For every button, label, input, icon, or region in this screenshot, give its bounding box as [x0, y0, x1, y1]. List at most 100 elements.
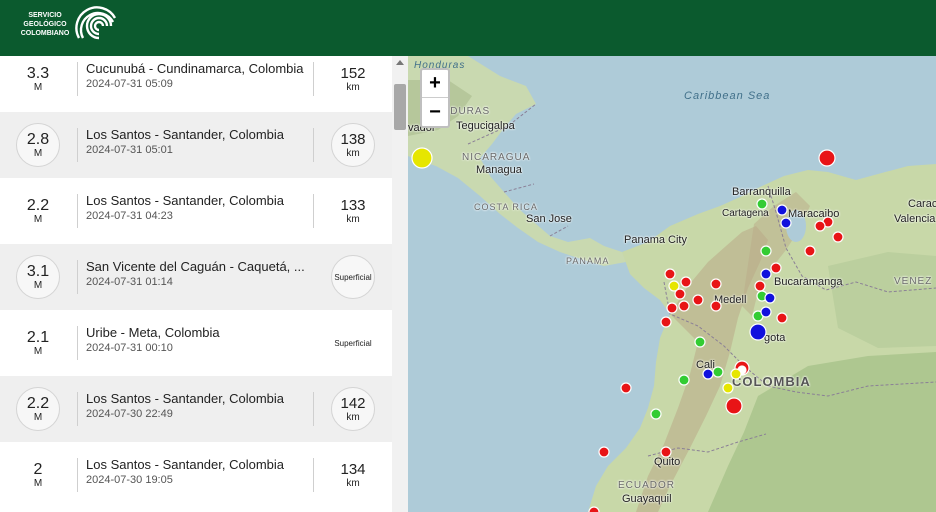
row-divider	[77, 194, 78, 228]
zoom-in-button[interactable]: +	[422, 70, 448, 98]
row-divider	[313, 458, 314, 492]
label-medellin: Medell	[714, 294, 747, 306]
earthquake-list[interactable]: 3.3 M Cucunubá - Cundinamarca, Colombia 202…	[0, 56, 392, 512]
label-tegucigalpa: Tegucigalpa	[456, 120, 515, 132]
depth-superficial-label: Superficial	[334, 338, 372, 348]
row-divider	[77, 458, 78, 492]
event-datetime: 2024-07-31 04:23	[86, 210, 173, 222]
earthquake-row[interactable]: 2 M Los Santos - Santander, Colombia 2024-0…	[0, 442, 392, 508]
label-venezuela: VENEZ	[894, 276, 933, 287]
label-maracaibo: Maracaibo	[788, 208, 840, 220]
label-bogota: gota	[764, 332, 786, 344]
earthquake-map[interactable]: Honduras Caribbean Sea NDURAS vador Tegu…	[408, 56, 936, 512]
row-divider	[313, 128, 314, 162]
earthquake-row[interactable]: 2.8 M Los Santos - Santander, Colombia 2024…	[0, 112, 392, 178]
magnitude-unit: M	[33, 280, 43, 291]
earthquake-row[interactable]: 2.2 M Los Santos - Santander, Colombia 2024…	[0, 178, 392, 244]
magnitude-badge: 3.3 M	[16, 57, 60, 101]
magnitude-badge: 2.2 M	[16, 189, 60, 233]
sgc-logo[interactable]: SERVICIO GEOLÓGICO COLOMBIANO	[18, 4, 120, 44]
logo-line-1: SERVICIO	[28, 11, 62, 19]
spiral-logo-icon	[75, 6, 117, 40]
depth-badge: 142 km	[331, 387, 375, 431]
event-location: Los Santos - Santander, Colombia	[86, 457, 285, 472]
list-scrollbar[interactable]	[392, 56, 408, 512]
label-barranquilla: Barranquilla	[732, 186, 791, 198]
row-divider	[77, 62, 78, 96]
event-datetime: 2024-07-31 05:09	[86, 78, 173, 90]
row-divider	[313, 194, 314, 228]
logo-text: SERVICIO GEOLÓGICO COLOMBIANO	[18, 11, 72, 38]
depth-badge: 133 km	[331, 189, 375, 233]
magnitude-badge: 2.8 M	[16, 123, 60, 167]
label-panama-city: Panama City	[624, 234, 687, 246]
magnitude-badge: 2M	[16, 453, 60, 497]
earthquake-row[interactable]: 2.2 M Los Santos - Santander, Colombia 2024…	[0, 376, 392, 442]
earthquake-row[interactable]: 3.1 M San Vicente del Caguán - Caquetá, ..…	[0, 244, 392, 310]
depth-unit: km	[346, 477, 360, 489]
event-location: Cucunubá - Cundinamarca, Colombia	[86, 61, 304, 76]
event-datetime: 2024-07-31 05:01	[86, 144, 173, 156]
event-location: Los Santos - Santander, Colombia	[86, 391, 285, 406]
depth-unit: km	[346, 213, 360, 225]
depth-value: 152	[340, 64, 366, 82]
scroll-thumb[interactable]	[394, 84, 406, 130]
label-nicaragua: NICARAGUA	[462, 152, 531, 163]
magnitude-badge: 2.1 M	[16, 321, 60, 365]
label-colombia: COLOMBIA	[732, 374, 811, 389]
row-divider	[77, 128, 78, 162]
label-cali: Cali	[696, 359, 715, 371]
zoom-control: + −	[420, 68, 450, 128]
event-location: Los Santos - Santander, Colombia	[86, 193, 285, 208]
event-datetime: 2024-07-31 01:14	[86, 276, 173, 288]
label-ecuador: ECUADOR	[618, 480, 676, 491]
zoom-out-button[interactable]: −	[422, 98, 448, 126]
depth-value: 138	[340, 130, 366, 148]
row-divider	[313, 62, 314, 96]
event-location: Los Santos - Santander, Colombia	[86, 127, 285, 142]
event-datetime: 2024-07-30 22:49	[86, 408, 173, 420]
row-divider	[77, 392, 78, 426]
depth-badge: Superficial	[331, 255, 375, 299]
depth-badge: 134 km	[331, 453, 375, 497]
magnitude-value: 2.8	[26, 131, 50, 148]
logo-line-2: GEOLÓGICO	[23, 20, 67, 28]
label-guayaquil: Guayaquil	[622, 493, 672, 505]
label-cartagena: Cartagena	[722, 208, 769, 219]
depth-unit: km	[346, 81, 360, 93]
magnitude-unit: M	[33, 214, 43, 225]
magnitude-value: 3.1	[26, 263, 50, 280]
earthquake-row[interactable]: 3.3 M Cucunubá - Cundinamarca, Colombia 202…	[0, 56, 392, 112]
depth-badge: 152 km	[331, 57, 375, 101]
magnitude-unit: M	[33, 478, 43, 489]
depth-unit: km	[346, 147, 360, 159]
event-datetime: 2024-07-30 19:05	[86, 474, 173, 486]
label-valencia: Valencia	[894, 213, 936, 225]
depth-value: 142	[340, 394, 366, 412]
magnitude-unit: M	[33, 148, 43, 159]
depth-value: 133	[340, 196, 366, 214]
magnitude-value: 2.2	[26, 197, 50, 214]
label-panama: PANAMA	[566, 256, 610, 266]
magnitude-badge: 3.1 M	[16, 255, 60, 299]
row-divider	[77, 260, 78, 294]
scroll-up-arrow-icon[interactable]	[396, 60, 404, 65]
magnitude-value: 2	[33, 461, 43, 478]
earthquake-row[interactable]: 2.1 M Uribe - Meta, Colombia 2024-07-31 00:…	[0, 310, 392, 376]
event-datetime: 2024-07-31 00:10	[86, 342, 173, 354]
magnitude-value: 2.2	[26, 395, 50, 412]
depth-value: 134	[340, 460, 366, 478]
label-caracas: Caraca	[908, 198, 936, 210]
label-quito: Quito	[654, 456, 681, 468]
depth-badge: 138 km	[331, 123, 375, 167]
label-bucaramanga: Bucaramanga	[774, 276, 843, 288]
row-divider	[77, 326, 78, 360]
label-san-jose: San Jose	[526, 213, 572, 225]
event-location: San Vicente del Caguán - Caquetá, ...	[86, 259, 305, 274]
logo-line-3: COLOMBIANO	[20, 29, 70, 37]
magnitude-value: 2.1	[26, 329, 50, 346]
row-divider	[313, 392, 314, 426]
label-costa-rica: COSTA RICA	[474, 202, 538, 212]
magnitude-value: 3.3	[26, 65, 50, 82]
depth-badge: Superficial	[331, 321, 375, 365]
